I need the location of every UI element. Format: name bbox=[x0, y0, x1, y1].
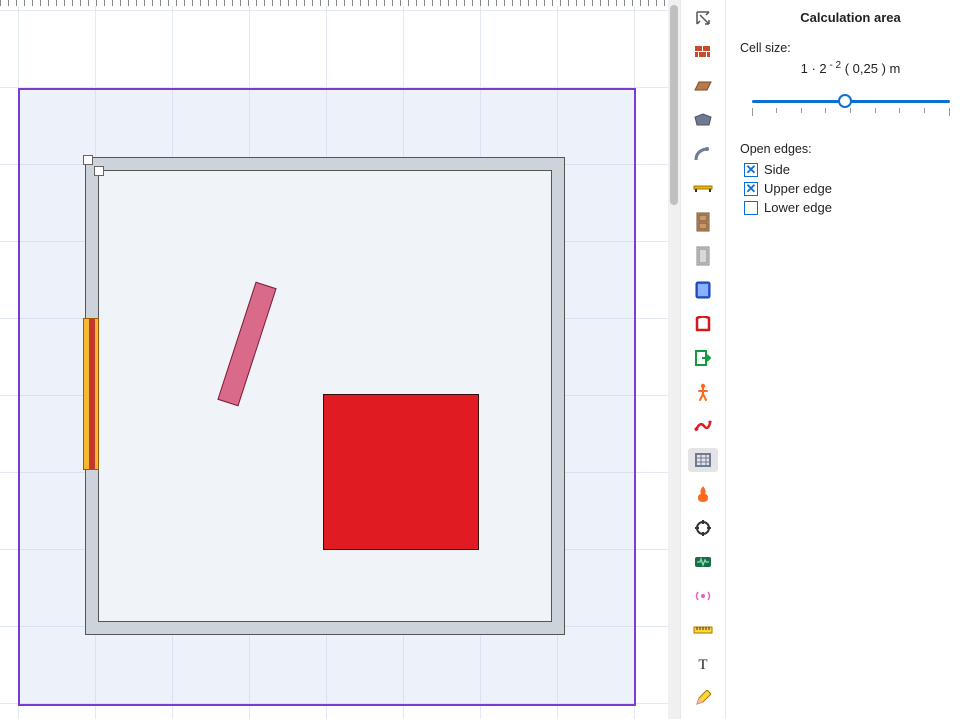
select-icon[interactable] bbox=[688, 6, 718, 30]
resize-handle[interactable] bbox=[94, 166, 104, 176]
exit-icon[interactable] bbox=[688, 346, 718, 370]
ruler-icon[interactable] bbox=[688, 618, 718, 642]
slider-thumb[interactable] bbox=[838, 94, 852, 108]
stair-icon[interactable] bbox=[688, 142, 718, 166]
red-square-object[interactable] bbox=[323, 394, 479, 550]
formula-exponent: - 2 bbox=[827, 60, 841, 71]
formula-base: 1 · 2 bbox=[801, 61, 827, 76]
object-toolbar: T bbox=[680, 0, 726, 719]
beam-icon[interactable] bbox=[688, 176, 718, 200]
scrollbar-vertical[interactable] bbox=[668, 0, 680, 719]
path-icon[interactable] bbox=[688, 414, 718, 438]
properties-panel: Calculation area Cell size: 1 · 2 - 2 ( … bbox=[726, 0, 975, 719]
calc-area-icon[interactable] bbox=[688, 448, 718, 472]
door-wood-icon[interactable] bbox=[688, 210, 718, 234]
slab-icon[interactable] bbox=[688, 74, 718, 98]
brick-icon[interactable] bbox=[688, 40, 718, 64]
open-edges-label: Open edges: bbox=[740, 142, 961, 156]
window-icon[interactable] bbox=[688, 278, 718, 302]
formula-result: ( 0,25 ) m bbox=[845, 61, 901, 76]
text-icon[interactable]: T bbox=[688, 652, 718, 676]
canvas-area[interactable] bbox=[0, 0, 680, 719]
cell-size-slider[interactable] bbox=[746, 94, 956, 124]
door-object[interactable] bbox=[83, 318, 99, 470]
fire-icon[interactable] bbox=[688, 482, 718, 506]
lower-edge-checkbox[interactable] bbox=[744, 201, 758, 215]
cell-size-value: 1 · 2 - 2 ( 0,25 ) m bbox=[740, 61, 961, 76]
side-checkbox[interactable]: ✕ bbox=[744, 163, 758, 177]
pencil-icon[interactable] bbox=[688, 686, 718, 710]
door-grey-icon[interactable] bbox=[688, 244, 718, 268]
radial-icon[interactable] bbox=[688, 584, 718, 608]
lower-edge-checkbox-label: Lower edge bbox=[764, 200, 832, 215]
polygon-icon[interactable] bbox=[688, 108, 718, 132]
target-icon[interactable] bbox=[688, 516, 718, 540]
side-checkbox-label: Side bbox=[764, 162, 790, 177]
opening-icon[interactable] bbox=[688, 312, 718, 336]
sensor-icon[interactable] bbox=[688, 550, 718, 574]
cell-size-label: Cell size: bbox=[740, 41, 961, 55]
svg-text:T: T bbox=[698, 657, 707, 672]
person-icon[interactable] bbox=[688, 380, 718, 404]
upper-edge-checkbox-label: Upper edge bbox=[764, 181, 832, 196]
panel-title: Calculation area bbox=[740, 10, 961, 25]
resize-handle[interactable] bbox=[83, 155, 93, 165]
upper-edge-checkbox[interactable]: ✕ bbox=[744, 182, 758, 196]
